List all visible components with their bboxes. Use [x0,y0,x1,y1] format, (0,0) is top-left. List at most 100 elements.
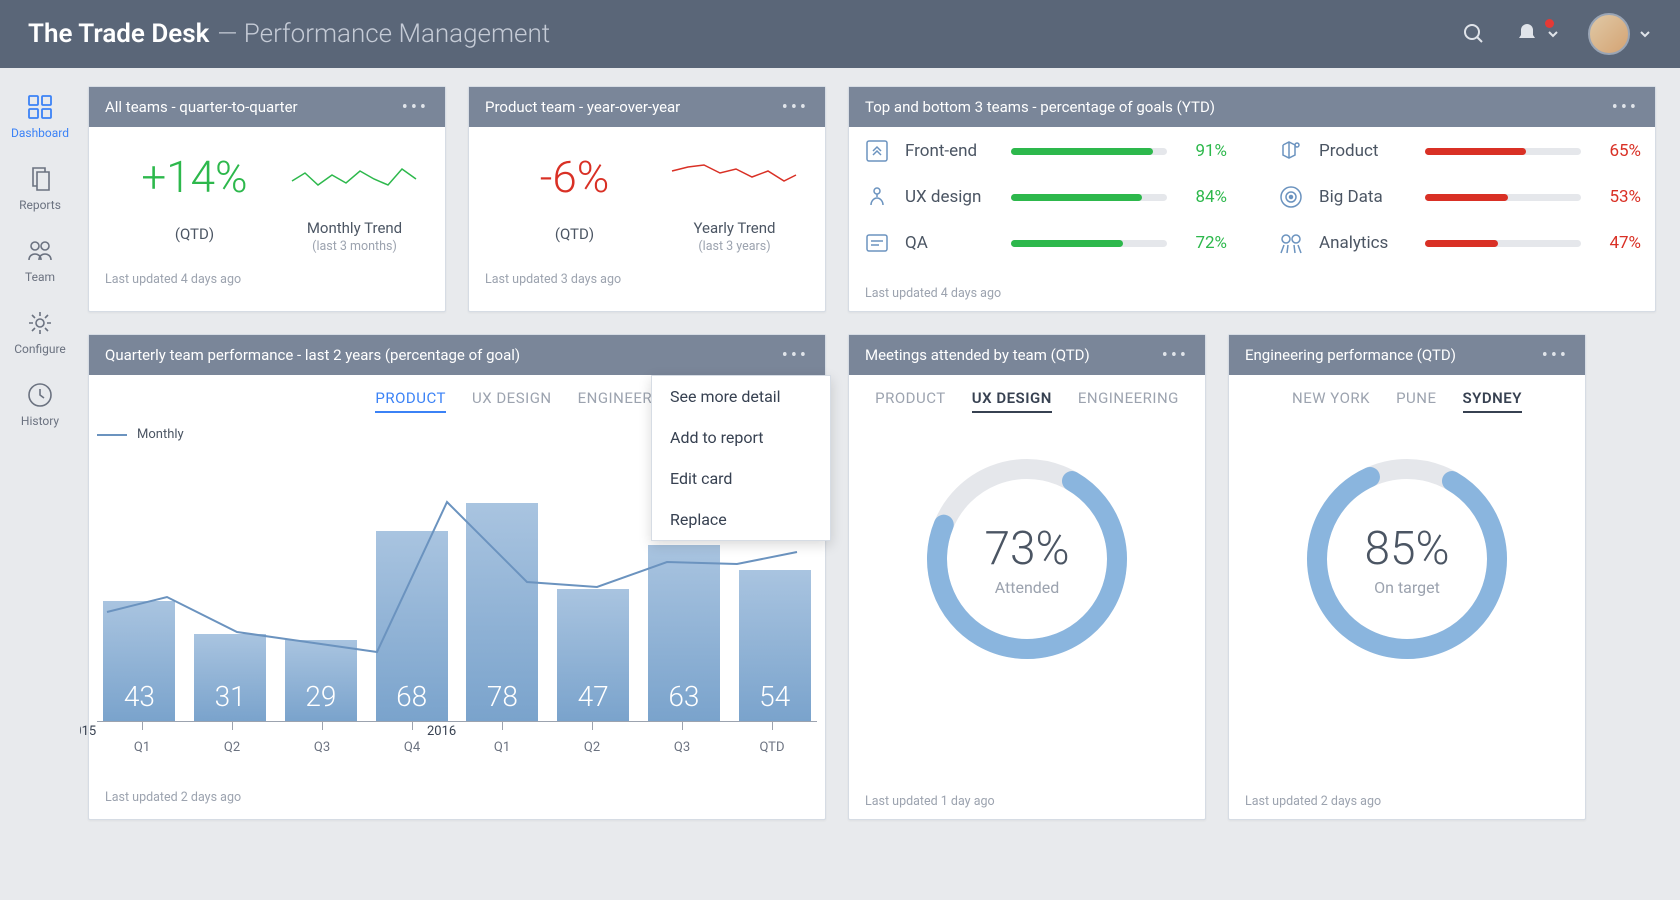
tab-ux-design[interactable]: UX DESIGN [472,389,552,413]
team-row: Analytics 47% [1277,229,1641,257]
team-row: QA 72% [863,229,1227,257]
sidebar-item-history[interactable]: History [0,374,80,434]
team-name: QA [905,233,997,253]
user-menu[interactable] [1588,13,1652,55]
donut-chart: 85% On target [1297,449,1517,669]
team-percentage: 53% [1595,187,1641,207]
x-axis: 2015Q1Q2Q3Q42016Q1Q2Q3QTD [97,722,817,766]
x-axis-label: Q2 [547,722,637,766]
menu-item-edit[interactable]: Edit card [652,458,830,499]
donut-label: On target [1374,578,1440,597]
search-icon[interactable] [1462,22,1486,46]
progress-bar [1425,240,1581,247]
donut-value: 73% [984,522,1069,576]
bar: 68 [369,531,454,721]
team-name: Product [1319,141,1411,161]
more-icon[interactable]: ••• [1612,97,1639,118]
trend-label: Yearly Trend [694,219,776,237]
sidebar-item-team[interactable]: Team [0,230,80,290]
reports-icon [25,164,55,194]
team-icon [1277,183,1305,211]
team-row: Front-end 91% [863,137,1227,165]
card-header: Top and bottom 3 teams - percentage of g… [849,87,1655,127]
card-footer: Last updated 4 days ago [849,278,1655,311]
sidebar-item-configure[interactable]: Configure [0,302,80,362]
more-icon[interactable]: ••• [402,97,429,118]
more-icon[interactable]: ••• [782,345,809,366]
team-name: Big Data [1319,187,1411,207]
card-meetings-attended: Meetings attended by team (QTD) ••• PROD… [848,334,1206,820]
tab-sydney[interactable]: SYDNEY [1463,389,1522,413]
sidebar-item-dashboard[interactable]: Dashboard [0,86,80,146]
team-icon [1277,137,1305,165]
bar: 43 [97,601,182,721]
team-name: Front-end [905,141,997,161]
dashboard-icon [25,92,55,122]
card-title: Product team - year-over-year [485,98,680,116]
bar: 78 [460,503,545,721]
kpi-value: -6% [540,151,610,203]
sparkline-icon [290,151,420,201]
card-quarterly-performance: Quarterly team performance - last 2 year… [88,334,826,820]
gear-icon [25,308,55,338]
bar: 29 [279,640,364,721]
tab-new-york[interactable]: NEW YORK [1292,389,1370,413]
menu-item-add-report[interactable]: Add to report [652,417,830,458]
menu-item-replace[interactable]: Replace [652,499,830,540]
tab-product[interactable]: PRODUCT [875,389,946,413]
team-percentage: 91% [1181,141,1227,161]
team-percentage: 84% [1181,187,1227,207]
card-product-team: Product team - year-over-year ••• -6% (Q… [468,86,826,312]
tab-pune[interactable]: PUNE [1396,389,1436,413]
more-icon[interactable]: ••• [1542,345,1569,366]
card-header: Engineering performance (QTD) ••• [1229,335,1585,375]
team-percentage: 65% [1595,141,1641,161]
topbar: The Trade Desk — Performance Management [0,0,1680,68]
team-icon [25,236,55,266]
menu-item-detail[interactable]: See more detail [652,376,830,417]
tab-engineering[interactable]: ENGINEERING [1078,389,1179,413]
team-name: UX design [905,187,997,207]
card-header: Meetings attended by team (QTD) ••• [849,335,1205,375]
team-row: Product 65% [1277,137,1641,165]
team-icon [863,137,891,165]
kpi-sub: (QTD) [555,225,594,243]
trend-sub: (last 3 years) [698,239,770,254]
sidebar-item-label: Team [25,270,55,284]
tab-ux-design[interactable]: UX DESIGN [972,389,1052,413]
card-footer: Last updated 2 days ago [1229,786,1585,819]
card-top-bottom-teams: Top and bottom 3 teams - percentage of g… [848,86,1656,312]
card-title: Meetings attended by team (QTD) [865,346,1090,364]
bar: 31 [188,634,273,721]
sidebar-item-reports[interactable]: Reports [0,158,80,218]
sidebar-item-label: Configure [14,342,66,356]
x-axis-label: Q2 [187,722,277,766]
x-axis-label: 2015Q1 [97,722,187,766]
more-icon[interactable]: ••• [782,97,809,118]
clock-icon [25,380,55,410]
notifications-icon[interactable] [1514,21,1560,47]
tab-product[interactable]: PRODUCT [375,389,446,413]
progress-bar [1425,194,1581,201]
progress-bar [1011,194,1167,201]
card-footer: Last updated 4 days ago [89,264,445,297]
trend-label: Monthly Trend [307,219,402,237]
x-axis-label: QTD [727,722,817,766]
kpi-value: +14% [141,151,247,203]
more-icon[interactable]: ••• [1162,345,1189,366]
card-title: Top and bottom 3 teams - percentage of g… [865,98,1215,116]
team-percentage: 47% [1595,233,1641,253]
x-axis-label: Q3 [277,722,367,766]
team-icon [1277,229,1305,257]
card-header: Product team - year-over-year ••• [469,87,825,127]
team-row: UX design 84% [863,183,1227,211]
card-title: All teams - quarter-to-quarter [105,98,298,116]
card-all-teams: All teams - quarter-to-quarter ••• +14% … [88,86,446,312]
avatar [1588,13,1630,55]
bar: 63 [642,545,727,721]
kpi-sub: (QTD) [175,225,214,243]
card-footer: Last updated 3 days ago [469,264,825,297]
x-axis-label: Q3 [637,722,727,766]
brand-name: The Trade Desk [28,19,209,49]
card-title: Engineering performance (QTD) [1245,346,1456,364]
